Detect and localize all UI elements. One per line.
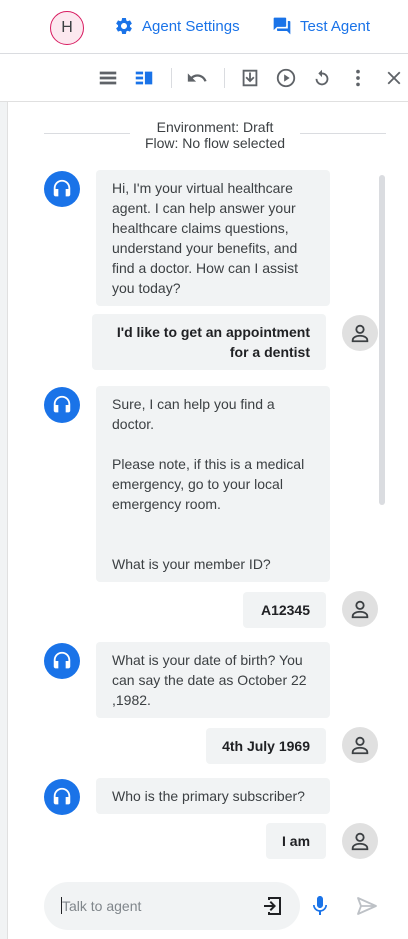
view-split-icon[interactable] <box>132 66 156 90</box>
agent-avatar <box>44 643 80 679</box>
agent-avatar <box>44 171 80 207</box>
user-message: I am <box>266 823 326 859</box>
user-avatar-h[interactable]: H <box>50 11 84 45</box>
agent-message: Who is the primary subscriber? <box>96 778 330 814</box>
test-agent-label: Test Agent <box>300 17 371 35</box>
enter-icon[interactable] <box>260 894 284 918</box>
chat-scrollbar[interactable] <box>379 175 385 505</box>
flow-label: Flow: No flow selected <box>144 135 286 151</box>
person-icon <box>351 600 369 619</box>
top-header: H Agent Settings Test Agent <box>0 0 408 54</box>
headset-icon <box>53 395 71 413</box>
message-input-container <box>44 882 300 930</box>
view-list-icon[interactable] <box>96 66 120 90</box>
user-avatar <box>342 591 378 627</box>
more-vert-icon[interactable] <box>346 66 370 90</box>
reset-icon[interactable] <box>310 66 334 90</box>
environment-label: Environment: Draft <box>156 119 274 135</box>
agent-avatar <box>44 779 80 815</box>
left-gutter <box>0 102 8 939</box>
person-icon <box>351 832 369 851</box>
avatar-letter: H <box>61 19 73 36</box>
user-message: 4th July 1969 <box>206 728 326 764</box>
agent-message: What is your date of birth? You can say … <box>96 642 330 718</box>
agent-message: Sure, I can help you find a doctor. Plea… <box>96 386 330 582</box>
user-avatar <box>342 823 378 859</box>
download-icon[interactable] <box>238 66 262 90</box>
close-icon[interactable] <box>382 66 406 90</box>
toolbar-divider <box>224 68 225 88</box>
user-avatar <box>342 727 378 763</box>
headset-icon <box>53 787 71 805</box>
send-icon[interactable] <box>355 894 379 918</box>
headset-icon <box>53 651 71 669</box>
play-icon[interactable] <box>274 66 298 90</box>
person-icon <box>351 324 369 343</box>
text-caret <box>61 897 62 914</box>
undo-icon[interactable] <box>185 66 209 90</box>
agent-avatar <box>44 387 80 423</box>
headset-icon <box>53 179 71 197</box>
user-message: I'd like to get an appointment for a den… <box>92 314 326 370</box>
chat-icon <box>273 17 291 35</box>
user-avatar <box>342 315 378 351</box>
person-icon <box>351 736 369 755</box>
toolbar-divider <box>171 68 172 88</box>
environment-info: Environment: Draft Flow: No flow selecte… <box>44 119 386 151</box>
message-input[interactable] <box>62 896 252 916</box>
agent-message: Hi, I'm your virtual healthcare agent. I… <box>96 170 330 306</box>
test-agent-button[interactable]: Test Agent <box>272 16 370 36</box>
user-message: A12345 <box>243 592 326 628</box>
gear-icon <box>116 17 132 34</box>
microphone-icon[interactable] <box>308 894 332 918</box>
simulator-toolbar <box>0 54 408 102</box>
agent-settings-button[interactable]: Agent Settings <box>114 16 240 36</box>
agent-settings-label: Agent Settings <box>142 17 240 35</box>
